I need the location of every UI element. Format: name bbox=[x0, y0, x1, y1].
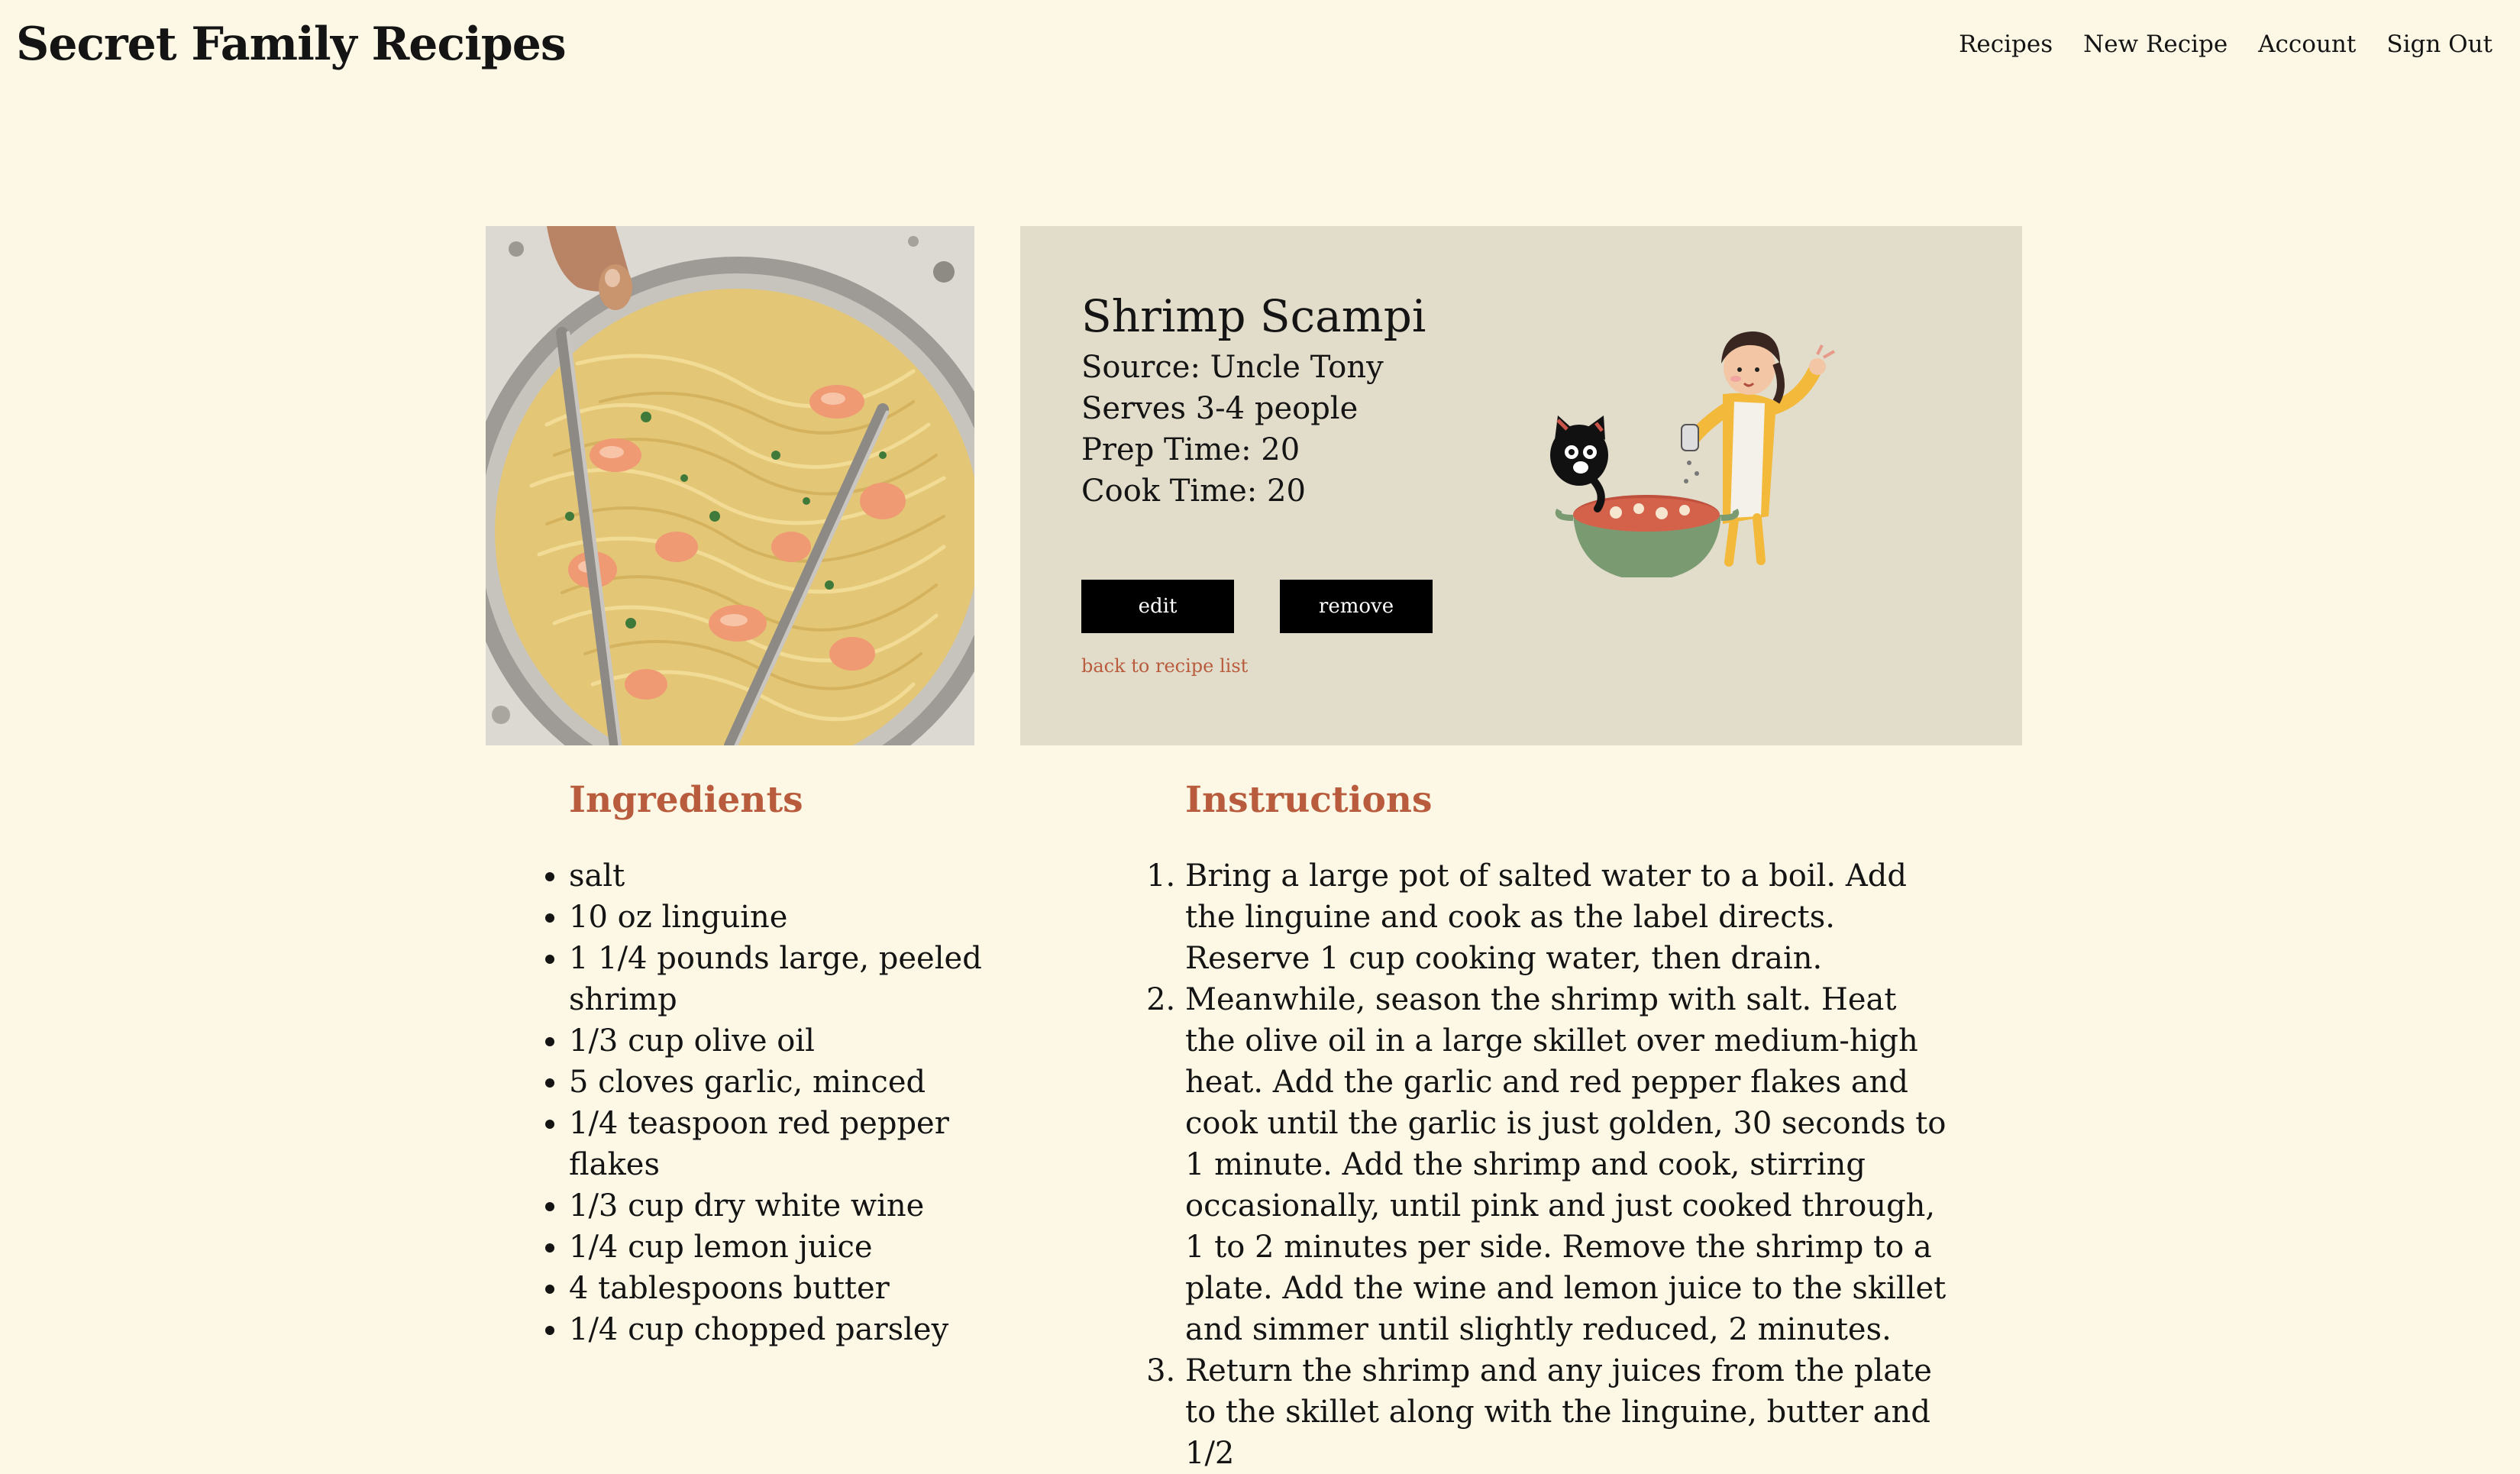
remove-button[interactable]: remove bbox=[1280, 580, 1433, 633]
ingredients-heading: Ingredients bbox=[569, 779, 803, 821]
ingredients-list: salt 10 oz linguine 1 1/4 pounds large, … bbox=[569, 855, 997, 1350]
ingredient-item: 5 cloves garlic, minced bbox=[569, 1062, 997, 1103]
nav-account-link[interactable]: Account bbox=[2258, 23, 2356, 66]
edit-button[interactable]: edit bbox=[1081, 580, 1234, 633]
instruction-step: Return the shrimp and any juices from th… bbox=[1185, 1350, 1949, 1474]
instructions-list: Bring a large pot of salted water to a b… bbox=[1185, 855, 1949, 1474]
ingredient-item: 10 oz linguine bbox=[569, 897, 997, 938]
recipe-cook-time: Cook Time: 20 bbox=[1081, 474, 1306, 509]
ingredient-item: 4 tablespoons butter bbox=[569, 1268, 997, 1309]
recipe-serves: Serves 3-4 people bbox=[1081, 391, 1359, 426]
site-title[interactable]: Secret Family Recipes bbox=[16, 11, 567, 78]
recipe-source: Source: Uncle Tony bbox=[1081, 350, 1384, 385]
recipe-title: Shrimp Scampi bbox=[1081, 290, 1426, 342]
ingredient-item: 1/3 cup dry white wine bbox=[569, 1185, 997, 1227]
nav-recipes-link[interactable]: Recipes bbox=[1959, 23, 2053, 66]
ingredient-item: 1 1/4 pounds large, peeled shrimp bbox=[569, 938, 997, 1020]
ingredient-item: 1/4 teaspoon red pepper flakes bbox=[569, 1103, 997, 1185]
nav-new-recipe-link[interactable]: New Recipe bbox=[2083, 23, 2228, 66]
ingredient-item: 1/3 cup olive oil bbox=[569, 1020, 997, 1062]
recipe-meta: Source: Uncle Tony Serves 3-4 people Pre… bbox=[1081, 347, 1384, 512]
ingredient-item: salt bbox=[569, 855, 997, 897]
ingredient-item: 1/4 cup lemon juice bbox=[569, 1227, 997, 1268]
instruction-step: Bring a large pot of salted water to a b… bbox=[1185, 855, 1949, 979]
ingredient-item: 1/4 cup chopped parsley bbox=[569, 1309, 997, 1350]
recipe-info-card: Shrimp Scampi Source: Uncle Tony Serves … bbox=[1020, 226, 2022, 745]
cooking-illustration bbox=[1547, 318, 1883, 581]
instructions-heading: Instructions bbox=[1185, 779, 1433, 821]
back-to-recipe-list-link[interactable]: back to recipe list bbox=[1081, 655, 1248, 677]
main-nav: Recipes New Recipe Account Sign Out bbox=[1959, 23, 2493, 66]
nav-sign-out-link[interactable]: Sign Out bbox=[2386, 23, 2493, 66]
recipe-photo bbox=[486, 226, 974, 745]
recipe-prep-time: Prep Time: 20 bbox=[1081, 432, 1300, 467]
instruction-step: Meanwhile, season the shrimp with salt. … bbox=[1185, 979, 1949, 1350]
